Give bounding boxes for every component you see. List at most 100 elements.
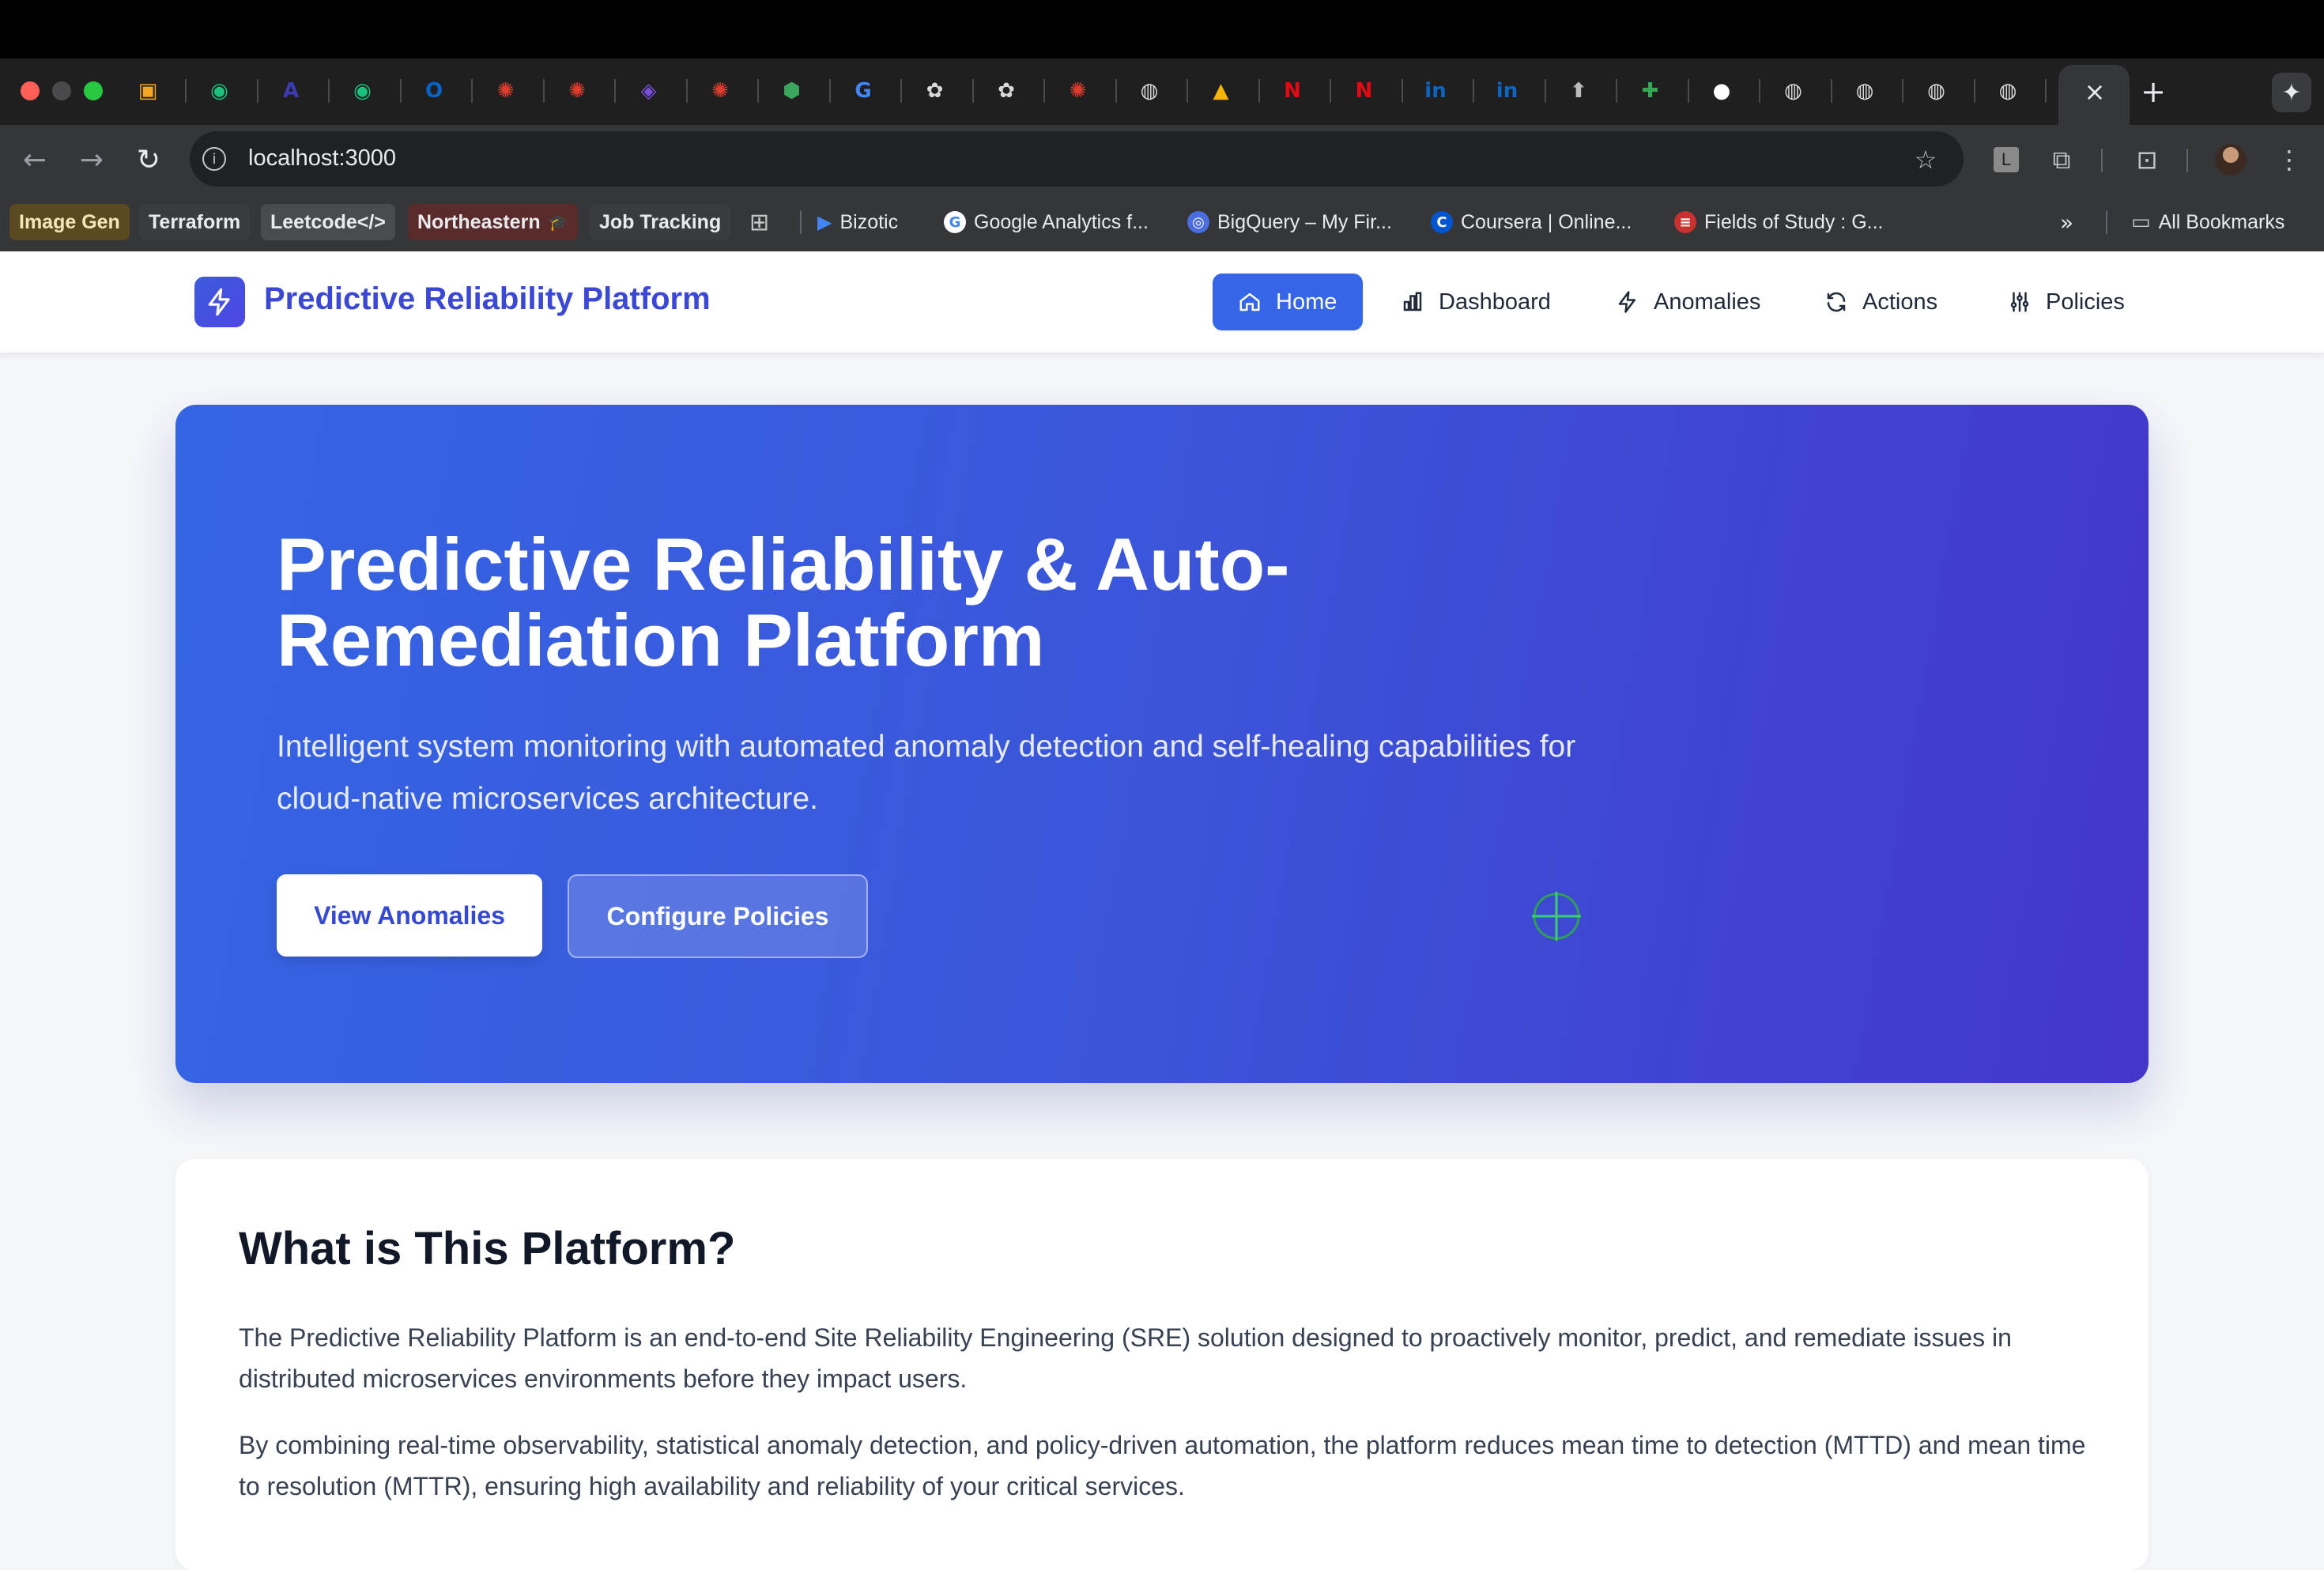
asterisk-icon[interactable]: ✺ [1063, 76, 1093, 106]
apps-grid-icon[interactable]: ⊞ [749, 204, 769, 240]
tab-separator [542, 79, 545, 103]
bookmark-image-gen[interactable]: Image Gen [9, 204, 130, 240]
gemini-sparkle-icon[interactable]: ✦ [2272, 73, 2311, 112]
globe-icon[interactable]: ◍ [1134, 76, 1164, 106]
openai-icon[interactable]: ✿ [920, 76, 950, 106]
drive-icon[interactable]: ▲ [1206, 76, 1236, 106]
bookmark-google-analytics[interactable]: G Google Analytics f... [944, 204, 1149, 240]
tab-separator [971, 79, 974, 103]
menu-kebab-icon[interactable]: ⋮ [2270, 141, 2308, 179]
bookmark-star-icon[interactable]: ☆ [1907, 141, 1945, 179]
openai-icon[interactable]: ✿ [991, 76, 1021, 106]
toolbar-divider [2101, 149, 2103, 172]
tab-separator [1115, 79, 1117, 103]
logo-lightning-icon[interactable] [194, 277, 245, 327]
chat-icon[interactable]: ◉ [348, 76, 378, 106]
all-bookmarks-button[interactable]: ▭ All Bookmarks [2131, 204, 2284, 240]
info-paragraph-1: The Predictive Reliability Platform is a… [239, 1323, 2012, 1393]
view-anomalies-button[interactable]: View Anomalies [277, 874, 542, 957]
configure-policies-button[interactable]: Configure Policies [568, 874, 868, 958]
refresh-icon [1827, 292, 1846, 312]
asterisk-icon[interactable]: ✺ [491, 76, 521, 106]
globe-icon[interactable]: ◍ [1850, 76, 1880, 106]
extensions-puzzle-icon[interactable]: ⧉ [2043, 141, 2081, 179]
bookmark-label: Terraform [149, 210, 241, 233]
nav-anomalies[interactable]: Anomalies [1590, 274, 1786, 330]
bookmark-job-tracking[interactable]: Job Tracking [590, 204, 731, 240]
bookmark-bigquery[interactable]: ◎ BigQuery – My Fir... [1187, 204, 1392, 240]
nav-home[interactable]: Home [1213, 274, 1363, 330]
netflix-icon[interactable]: N [1349, 76, 1379, 106]
maximize-window-button[interactable] [84, 81, 103, 100]
close-window-button[interactable] [21, 81, 40, 100]
bookmark-terraform[interactable]: Terraform [139, 204, 251, 240]
back-arrow-icon[interactable]: ← [16, 141, 54, 179]
minimize-window-button[interactable] [52, 81, 71, 100]
grad-cap-icon[interactable]: ⬆ [1564, 76, 1594, 106]
globe-icon[interactable]: ◍ [1993, 76, 2023, 106]
tab-separator [1330, 79, 1331, 103]
letter-a-icon[interactable]: A [276, 76, 306, 106]
netflix-icon[interactable]: N [1277, 76, 1307, 106]
address-bar[interactable] [190, 131, 1964, 187]
bookmark-northeastern[interactable]: Northeastern 🎓 [408, 204, 578, 240]
bookmark-fields-of-study[interactable]: ≡ Fields of Study : G... [1674, 204, 1883, 240]
bookmark-label: Coursera | Online... [1461, 210, 1632, 233]
extension-letter: L [1994, 147, 2019, 172]
tab-separator [1902, 79, 1903, 103]
bookmark-label: Northeastern [417, 210, 541, 233]
hexagon-icon[interactable]: ⬢ [777, 76, 807, 106]
tab-separator [757, 79, 759, 103]
tab-separator [1616, 79, 1617, 103]
url-text[interactable]: localhost:3000 [248, 145, 396, 172]
shield-icon[interactable]: ◈ [634, 76, 664, 106]
bookmark-bizotic[interactable]: ▶ Bizotic [817, 204, 898, 240]
globe-icon[interactable]: ◍ [1779, 76, 1809, 106]
tab-separator [685, 79, 688, 103]
nav-dashboard[interactable]: Dashboard [1375, 274, 1576, 330]
bookmark-label: Bizotic [839, 210, 899, 233]
nav-policies[interactable]: Policies [1983, 274, 2150, 330]
coursera-icon: C [1431, 211, 1453, 233]
chat-icon[interactable]: ◉ [205, 76, 235, 106]
google-icon: G [944, 211, 966, 233]
profile-extension-icon[interactable]: L [1987, 141, 2025, 179]
bizotic-icon: ▶ [817, 211, 832, 233]
box-icon[interactable]: ▣ [133, 76, 163, 106]
fields-of-study-icon: ≡ [1674, 211, 1696, 233]
tab-separator [256, 79, 258, 103]
forward-arrow-icon[interactable]: → [73, 141, 111, 179]
github-icon[interactable]: ● [1707, 76, 1737, 106]
bookmarks-overflow-icon[interactable]: » [2060, 204, 2073, 240]
asterisk-icon[interactable]: ✺ [705, 76, 735, 106]
tab-separator [1973, 79, 1975, 103]
hero-description: Intelligent system monitoring with autom… [277, 730, 1576, 816]
brand-name[interactable]: Predictive Reliability Platform [264, 281, 711, 317]
outlook-icon[interactable]: O [419, 76, 449, 106]
asterisk-icon[interactable]: ✺ [562, 76, 592, 106]
tab-search-icon[interactable]: ⊡ [2128, 141, 2166, 179]
bookmark-coursera[interactable]: C Coursera | Online... [1431, 204, 1632, 240]
site-info-icon[interactable]: i [202, 147, 226, 171]
bookmark-label: BigQuery – My Fir... [1217, 210, 1392, 233]
bookmark-label: Image Gen [19, 210, 120, 233]
bookmark-leetcode[interactable]: Leetcode</> [261, 204, 395, 240]
globe-icon[interactable]: ◍ [1922, 76, 1952, 106]
close-tab-icon[interactable]: × [2079, 76, 2111, 108]
profile-avatar[interactable] [2215, 144, 2247, 175]
os-menu-bar [0, 0, 2324, 58]
tab-separator [471, 79, 473, 103]
nav-actions[interactable]: Actions [1799, 274, 1963, 330]
linkedin-icon[interactable]: in [1492, 76, 1522, 106]
tab-separator [1473, 79, 1474, 103]
grad-cap-icon: 🎓 [548, 213, 568, 232]
new-tab-button[interactable]: + [2136, 74, 2171, 109]
reload-icon[interactable]: ↻ [130, 141, 168, 179]
bigquery-icon: ◎ [1187, 211, 1209, 233]
bookmark-label: All Bookmarks [2158, 210, 2285, 233]
sheets-icon[interactable]: ✚ [1635, 76, 1666, 106]
linkedin-icon[interactable]: in [1420, 76, 1451, 106]
tab-separator [1759, 79, 1760, 103]
bookmark-label: Google Analytics f... [974, 210, 1149, 233]
google-icon[interactable]: G [848, 76, 878, 106]
